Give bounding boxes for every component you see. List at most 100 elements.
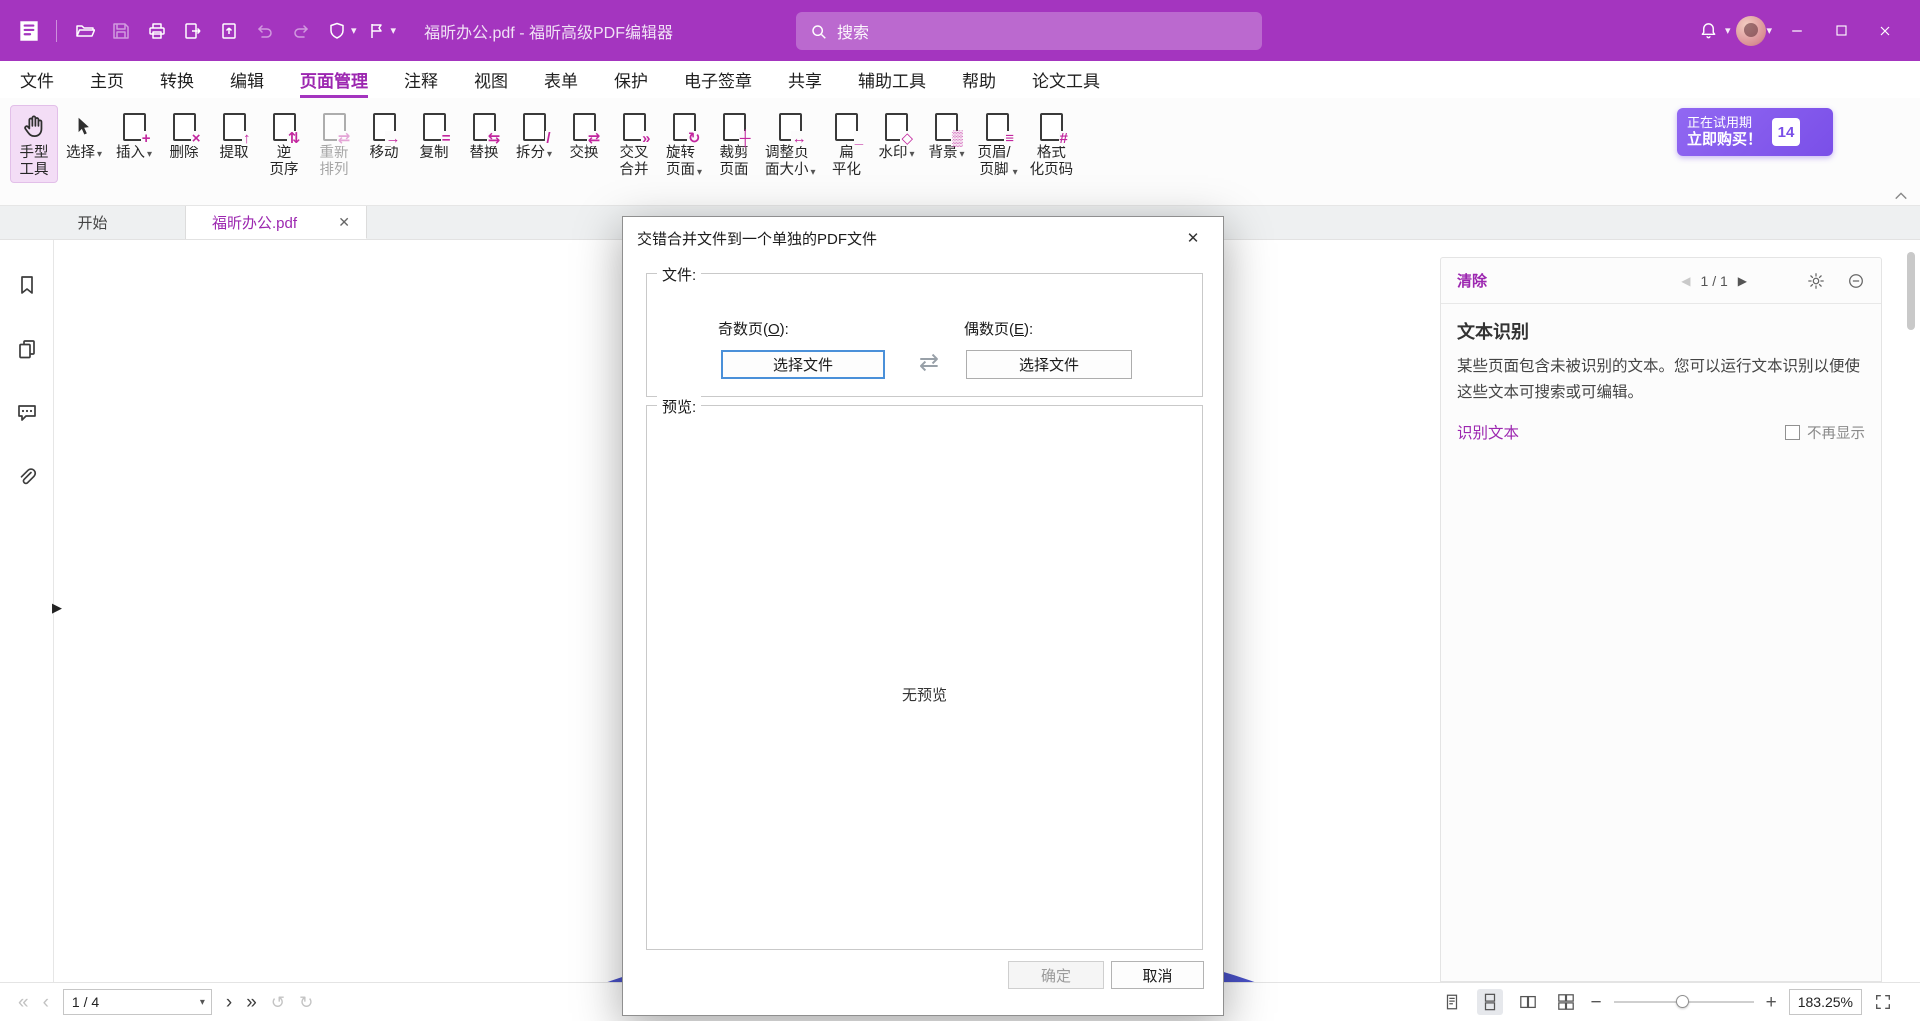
- ribbon-tool-duplicate[interactable]: = 复制 ▾: [410, 105, 458, 165]
- fit-page-icon[interactable]: [1874, 993, 1892, 1011]
- facing-view-icon[interactable]: [1515, 989, 1541, 1015]
- menu-item-help[interactable]: 帮助: [962, 61, 996, 98]
- undo-icon[interactable]: [247, 13, 283, 49]
- facing-continuous-view-icon[interactable]: [1553, 989, 1579, 1015]
- zoom-in-icon[interactable]: +: [1766, 993, 1777, 1012]
- notifications-bell-icon[interactable]: [1691, 13, 1727, 49]
- open-file-icon[interactable]: [67, 13, 103, 49]
- bell-caret-icon[interactable]: ▾: [1725, 24, 1731, 37]
- ok-button[interactable]: 确定: [1008, 961, 1104, 989]
- ribbon-tool-replace[interactable]: ⇆ 替换 ▾: [460, 105, 508, 165]
- ribbon-tool-background[interactable]: ▒ 背景 ▾: [923, 105, 971, 165]
- menu-item-form[interactable]: 表单: [544, 61, 578, 98]
- dont-show-again-checkbox[interactable]: [1785, 425, 1800, 440]
- attachments-panel-icon[interactable]: [10, 460, 44, 494]
- notification-pager: ◀ 1 / 1 ▶: [1681, 273, 1747, 289]
- zoom-slider-thumb[interactable]: [1676, 995, 1689, 1008]
- ribbon-tool-reverse-order[interactable]: ⇅ 逆 页序 ▾: [260, 105, 308, 183]
- maximize-button[interactable]: [1820, 10, 1862, 52]
- notification-collapse-icon[interactable]: [1847, 272, 1865, 290]
- zoom-slider[interactable]: [1614, 995, 1754, 1009]
- menu-item-edit[interactable]: 编辑: [230, 61, 264, 98]
- zoom-level-input[interactable]: 183.25%: [1789, 989, 1862, 1015]
- share-document-icon[interactable]: [211, 13, 247, 49]
- ribbon-tool-swap[interactable]: ⇄ 交换 ▾: [560, 105, 608, 165]
- ribbon-tool-watermark[interactable]: ◇ 水印 ▾: [873, 105, 921, 165]
- tab-start[interactable]: 开始: [0, 206, 186, 239]
- ribbon-tool-format-page-numbers[interactable]: # 格式 化页码 ▾: [1025, 105, 1079, 183]
- choose-even-file-button[interactable]: 选择文件: [966, 350, 1132, 379]
- print-icon[interactable]: [139, 13, 175, 49]
- comments-panel-icon[interactable]: [10, 396, 44, 430]
- menu-item-file[interactable]: 文件: [20, 61, 54, 98]
- ribbon-tool-interleave-merge[interactable]: » 交叉 合并 ▾: [610, 105, 658, 183]
- flag-caret-icon[interactable]: ▾: [391, 24, 397, 37]
- rotate-left-icon[interactable]: ↺: [271, 994, 285, 1011]
- export-pdf-icon[interactable]: [175, 13, 211, 49]
- ribbon-tool-resize-pages[interactable]: ↔ 调整页 面大小 ▾: [760, 105, 821, 183]
- vertical-scrollbar[interactable]: [1904, 212, 1918, 982]
- dropdown-caret-icon: ▾: [1013, 167, 1018, 180]
- choose-odd-file-button[interactable]: 选择文件: [721, 350, 885, 379]
- ribbon-tool-move[interactable]: → 移动 ▾: [360, 105, 408, 165]
- ribbon-tool-rearrange[interactable]: ⇄ 重新 排列 ▾: [310, 105, 358, 183]
- menu-item-esign[interactable]: 电子签章: [684, 61, 752, 98]
- bookmarks-panel-icon[interactable]: [10, 268, 44, 302]
- menu-item-protect[interactable]: 保护: [614, 61, 648, 98]
- app-logo[interactable]: [12, 14, 46, 48]
- flag-icon[interactable]: [359, 13, 395, 49]
- ribbon-tool-crop-pages[interactable]: ┼ 裁剪 页面 ▾: [710, 105, 758, 183]
- single-page-view-icon[interactable]: [1439, 989, 1465, 1015]
- recognize-text-link[interactable]: 识别文本: [1457, 421, 1519, 443]
- protection-caret-icon[interactable]: ▾: [351, 24, 357, 37]
- rotate-right-icon[interactable]: ↻: [299, 994, 313, 1011]
- menu-item-share[interactable]: 共享: [788, 61, 822, 98]
- pager-next-icon[interactable]: ▶: [1738, 274, 1747, 288]
- pager-prev-icon[interactable]: ◀: [1681, 274, 1690, 288]
- protection-icon[interactable]: [319, 13, 355, 49]
- tab-close-icon[interactable]: ✕: [336, 214, 352, 231]
- ribbon-tool-hand-tool[interactable]: 手型 工具 ▾: [10, 105, 58, 183]
- next-page-icon[interactable]: ›: [226, 993, 232, 1012]
- ribbon-tool-extract[interactable]: ↑ 提取 ▾: [210, 105, 258, 165]
- cancel-button[interactable]: 取消: [1111, 961, 1204, 989]
- continuous-view-icon[interactable]: [1477, 989, 1503, 1015]
- menu-item-view[interactable]: 视图: [474, 61, 508, 98]
- ribbon-tool-split[interactable]: / 拆分 ▾: [510, 105, 558, 165]
- notification-settings-gear-icon[interactable]: [1807, 272, 1825, 290]
- ribbon-tool-insert[interactable]: + 插入 ▾: [110, 105, 158, 165]
- menu-item-page-management[interactable]: 页面管理: [300, 61, 368, 98]
- menu-item-accessibility[interactable]: 辅助工具: [858, 61, 926, 98]
- menu-item-paper-tools[interactable]: 论文工具: [1032, 61, 1100, 98]
- ribbon-tool-delete[interactable]: × 删除 ▾: [160, 105, 208, 165]
- dialog-titlebar[interactable]: 交错合并文件到一个单独的PDF文件 ✕: [623, 217, 1223, 259]
- dialog-close-icon[interactable]: ✕: [1177, 223, 1209, 253]
- menu-item-comment[interactable]: 注释: [404, 61, 438, 98]
- redo-icon[interactable]: [283, 13, 319, 49]
- page-number-input[interactable]: 1 / 4 ▾: [63, 989, 212, 1015]
- first-page-icon[interactable]: «: [18, 993, 29, 1012]
- page-thumbnails-icon[interactable]: [10, 332, 44, 366]
- clear-notifications-link[interactable]: 清除: [1457, 270, 1487, 291]
- save-icon[interactable]: [103, 13, 139, 49]
- ribbon-tool-flatten[interactable]: _ 扁 平化 ▾: [823, 105, 871, 183]
- minimize-button[interactable]: [1776, 10, 1818, 52]
- user-avatar[interactable]: [1736, 16, 1766, 46]
- menu-item-home[interactable]: 主页: [90, 61, 124, 98]
- collapse-ribbon-icon[interactable]: [1894, 191, 1908, 201]
- avatar-caret-icon[interactable]: ▾: [1766, 24, 1772, 37]
- sidebar-expander-icon[interactable]: ▶: [48, 595, 66, 621]
- ribbon-tool-rotate-pages[interactable]: ↻ 旋转 页面 ▾: [660, 105, 708, 183]
- zoom-out-icon[interactable]: −: [1591, 993, 1602, 1012]
- previous-page-icon[interactable]: ‹: [43, 993, 49, 1012]
- trial-banner[interactable]: 正在试用期 立即购买！ 14: [1677, 108, 1833, 156]
- ribbon-tool-select[interactable]: 选择 ▾: [60, 105, 108, 165]
- close-button[interactable]: [1864, 10, 1906, 52]
- last-page-icon[interactable]: »: [246, 993, 257, 1012]
- search-input[interactable]: 搜索: [796, 12, 1262, 50]
- menu-item-convert[interactable]: 转换: [160, 61, 194, 98]
- page-dropdown-caret-icon[interactable]: ▾: [200, 997, 205, 1008]
- ribbon-tool-header-footer[interactable]: ≡ 页眉/ 页脚 ▾: [973, 105, 1023, 183]
- tab-document[interactable]: 福昕办公.pdf ✕: [186, 206, 367, 239]
- scrollbar-thumb[interactable]: [1907, 252, 1915, 330]
